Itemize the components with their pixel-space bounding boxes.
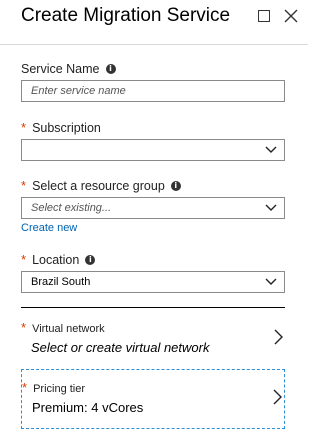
info-icon[interactable]: i [170, 180, 181, 191]
pricing-tier-label: * Pricing tier [22, 380, 86, 395]
service-name-placeholder: Enter service name [31, 85, 126, 97]
chevron-right-icon [273, 389, 282, 405]
close-icon[interactable] [284, 9, 298, 23]
blade-header: Create Migration Service [0, 0, 308, 45]
chevron-down-icon [265, 204, 277, 211]
subscription-label: * Subscription [21, 120, 101, 135]
pricing-tier-selector[interactable]: * Pricing tier Premium: 4 vCores [21, 369, 285, 429]
pricing-tier-value: Premium: 4 vCores [32, 400, 144, 415]
info-icon[interactable]: i [105, 64, 116, 74]
resource-group-placeholder: Select existing... [31, 202, 112, 214]
required-marker: * [21, 120, 27, 135]
resource-group-label: * Select a resource group i [21, 178, 181, 193]
resource-group-dropdown[interactable]: Select existing... [21, 197, 285, 219]
info-icon[interactable]: i [85, 254, 96, 265]
required-marker: * [22, 380, 28, 395]
maximize-icon[interactable] [258, 10, 270, 22]
chevron-right-icon [274, 329, 283, 345]
virtual-network-value: Select or create virtual network [31, 340, 210, 355]
service-name-input[interactable]: Enter service name [21, 80, 285, 102]
service-name-label: Service Name i [21, 62, 116, 76]
page-title: Create Migration Service [21, 5, 231, 26]
location-dropdown[interactable]: Brazil South [21, 271, 285, 293]
required-marker: * [21, 178, 27, 193]
section-divider [21, 307, 285, 308]
location-value: Brazil South [31, 276, 91, 288]
location-label: * Location i [21, 252, 96, 267]
virtual-network-label: * Virtual network [21, 320, 105, 335]
chevron-down-icon [265, 278, 277, 285]
required-marker: * [21, 320, 27, 335]
subscription-dropdown[interactable] [21, 139, 285, 161]
chevron-down-icon [265, 146, 277, 153]
create-new-link[interactable]: Create new [21, 222, 77, 234]
required-marker: * [21, 252, 27, 267]
virtual-network-selector[interactable]: * Virtual network Select or create virtua… [21, 320, 285, 360]
